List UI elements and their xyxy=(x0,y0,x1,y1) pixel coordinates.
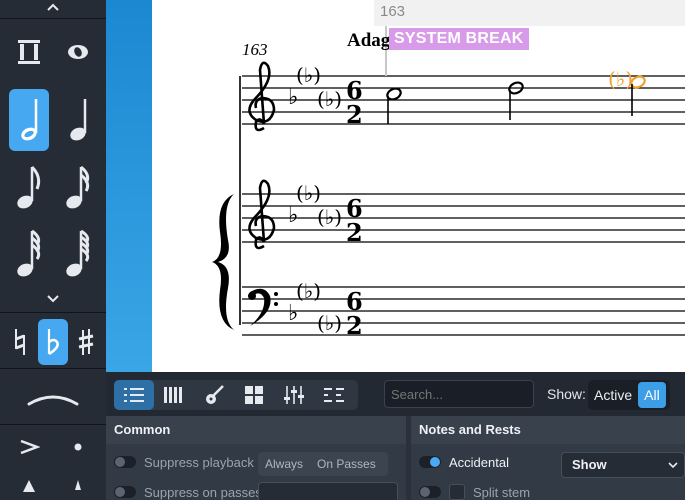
svg-text:(♭): (♭) xyxy=(317,205,342,229)
marcato-icon[interactable] xyxy=(9,470,49,500)
svg-text:2: 2 xyxy=(346,218,363,247)
svg-text:♭: ♭ xyxy=(288,203,298,228)
tuplet-bracket-icon[interactable] xyxy=(9,32,49,72)
list-icon[interactable] xyxy=(114,380,154,410)
properties-toolbar: Show: Active All xyxy=(106,372,685,416)
accidental-select-value: Show xyxy=(572,457,607,472)
suppress-on-passes-label: Suppress on passes xyxy=(144,484,262,500)
common-group: Common Suppress playback Always On Passe… xyxy=(106,416,406,500)
split-stem-checkbox[interactable] xyxy=(449,484,465,500)
svg-text:♭: ♭ xyxy=(288,301,298,326)
thirty-second-note-icon[interactable] xyxy=(9,223,49,285)
show-active-button[interactable]: Active xyxy=(588,382,638,408)
accidental-row: Accidental xyxy=(419,452,509,472)
whole-note-icon[interactable] xyxy=(58,32,98,72)
show-toggle: Active All xyxy=(588,380,670,410)
workspace-background xyxy=(106,0,152,372)
dorico-window: ♭ (♭) (♭) ♭ (♭) (♭) ♭ (♭) (♭) 62 62 62 (… xyxy=(0,0,685,500)
common-group-header: Common xyxy=(106,416,406,444)
notes-and-rests-title: Notes and Rests xyxy=(419,422,521,437)
always-button[interactable]: Always xyxy=(258,457,310,471)
accidental-select[interactable]: Show xyxy=(561,452,685,478)
score-staves: ♭ (♭) (♭) ♭ (♭) (♭) ♭ (♭) (♭) 62 62 62 (… xyxy=(212,61,685,340)
eighth-note-icon[interactable] xyxy=(9,157,49,219)
split-stem-toggle[interactable] xyxy=(419,486,441,498)
accent-icon[interactable] xyxy=(9,431,49,463)
system-break-signpost[interactable]: SYSTEM BREAK xyxy=(389,28,529,50)
sixteenth-note-icon[interactable] xyxy=(58,157,98,219)
svg-text:(♭): (♭) xyxy=(317,87,342,111)
chevron-down-icon xyxy=(668,462,678,469)
svg-text:(♭): (♭) xyxy=(317,311,342,335)
sharp-icon[interactable] xyxy=(71,319,101,365)
quarter-note-icon[interactable] xyxy=(58,89,98,151)
suppress-playback-toggle[interactable] xyxy=(114,456,136,468)
grid-icon[interactable] xyxy=(234,380,274,410)
properties-search-input[interactable] xyxy=(384,380,534,408)
svg-text:♭: ♭ xyxy=(288,85,298,110)
show-all-button[interactable]: All xyxy=(638,382,666,408)
common-group-title: Common xyxy=(114,422,171,437)
mixer-icon[interactable] xyxy=(274,380,314,410)
suppress-playback-row: Suppress playback xyxy=(114,452,254,472)
notes-and-rests-group: Notes and Rests Accidental Show Split st… xyxy=(411,416,685,500)
accidental-toggle[interactable] xyxy=(419,456,441,468)
chevron-up-icon[interactable] xyxy=(0,0,106,19)
suppress-playback-label: Suppress playback xyxy=(144,454,254,470)
guitar-icon[interactable] xyxy=(194,380,234,410)
accidental-label: Accidental xyxy=(449,454,509,470)
staccato-icon[interactable] xyxy=(58,431,98,463)
show-label: Show: xyxy=(547,386,586,402)
lines-icon[interactable] xyxy=(314,380,354,410)
svg-text:(♭): (♭) xyxy=(296,63,321,87)
svg-text:(♭): (♭) xyxy=(608,67,633,91)
properties-panel: Show: Active All Common Suppress playbac… xyxy=(106,372,685,500)
on-passes-button[interactable]: On Passes xyxy=(310,457,383,471)
split-stem-label: Split stem xyxy=(473,484,531,500)
passes-field[interactable] xyxy=(258,482,398,500)
notes-toolbox xyxy=(0,0,106,500)
svg-text:(♭): (♭) xyxy=(296,181,321,205)
svg-text:2: 2 xyxy=(346,100,363,129)
suppress-on-passes-toggle[interactable] xyxy=(114,486,136,498)
bar-number-readout: 163 xyxy=(374,0,685,26)
properties-tabs xyxy=(114,380,358,410)
half-note-icon[interactable] xyxy=(8,89,49,151)
staccatissimo-icon[interactable] xyxy=(58,470,98,500)
slur-icon[interactable] xyxy=(13,381,93,419)
flat-icon[interactable] xyxy=(37,319,68,365)
svg-text:(♭): (♭) xyxy=(296,279,321,303)
natural-icon[interactable] xyxy=(5,319,35,365)
sixty-fourth-note-icon[interactable] xyxy=(58,223,98,285)
suppress-on-passes-row: Suppress on passes xyxy=(114,482,262,500)
score-page[interactable]: ♭ (♭) (♭) ♭ (♭) (♭) ♭ (♭) (♭) 62 62 62 (… xyxy=(152,0,685,372)
keyboard-icon[interactable] xyxy=(154,380,194,410)
svg-text:2: 2 xyxy=(346,311,363,340)
playback-mode-segmented: Always On Passes xyxy=(258,452,388,476)
chevron-down-icon[interactable] xyxy=(0,292,106,311)
measure-number: 163 xyxy=(242,40,268,59)
split-stem-row: Split stem xyxy=(419,482,530,500)
notes-and-rests-header: Notes and Rests xyxy=(411,416,685,444)
